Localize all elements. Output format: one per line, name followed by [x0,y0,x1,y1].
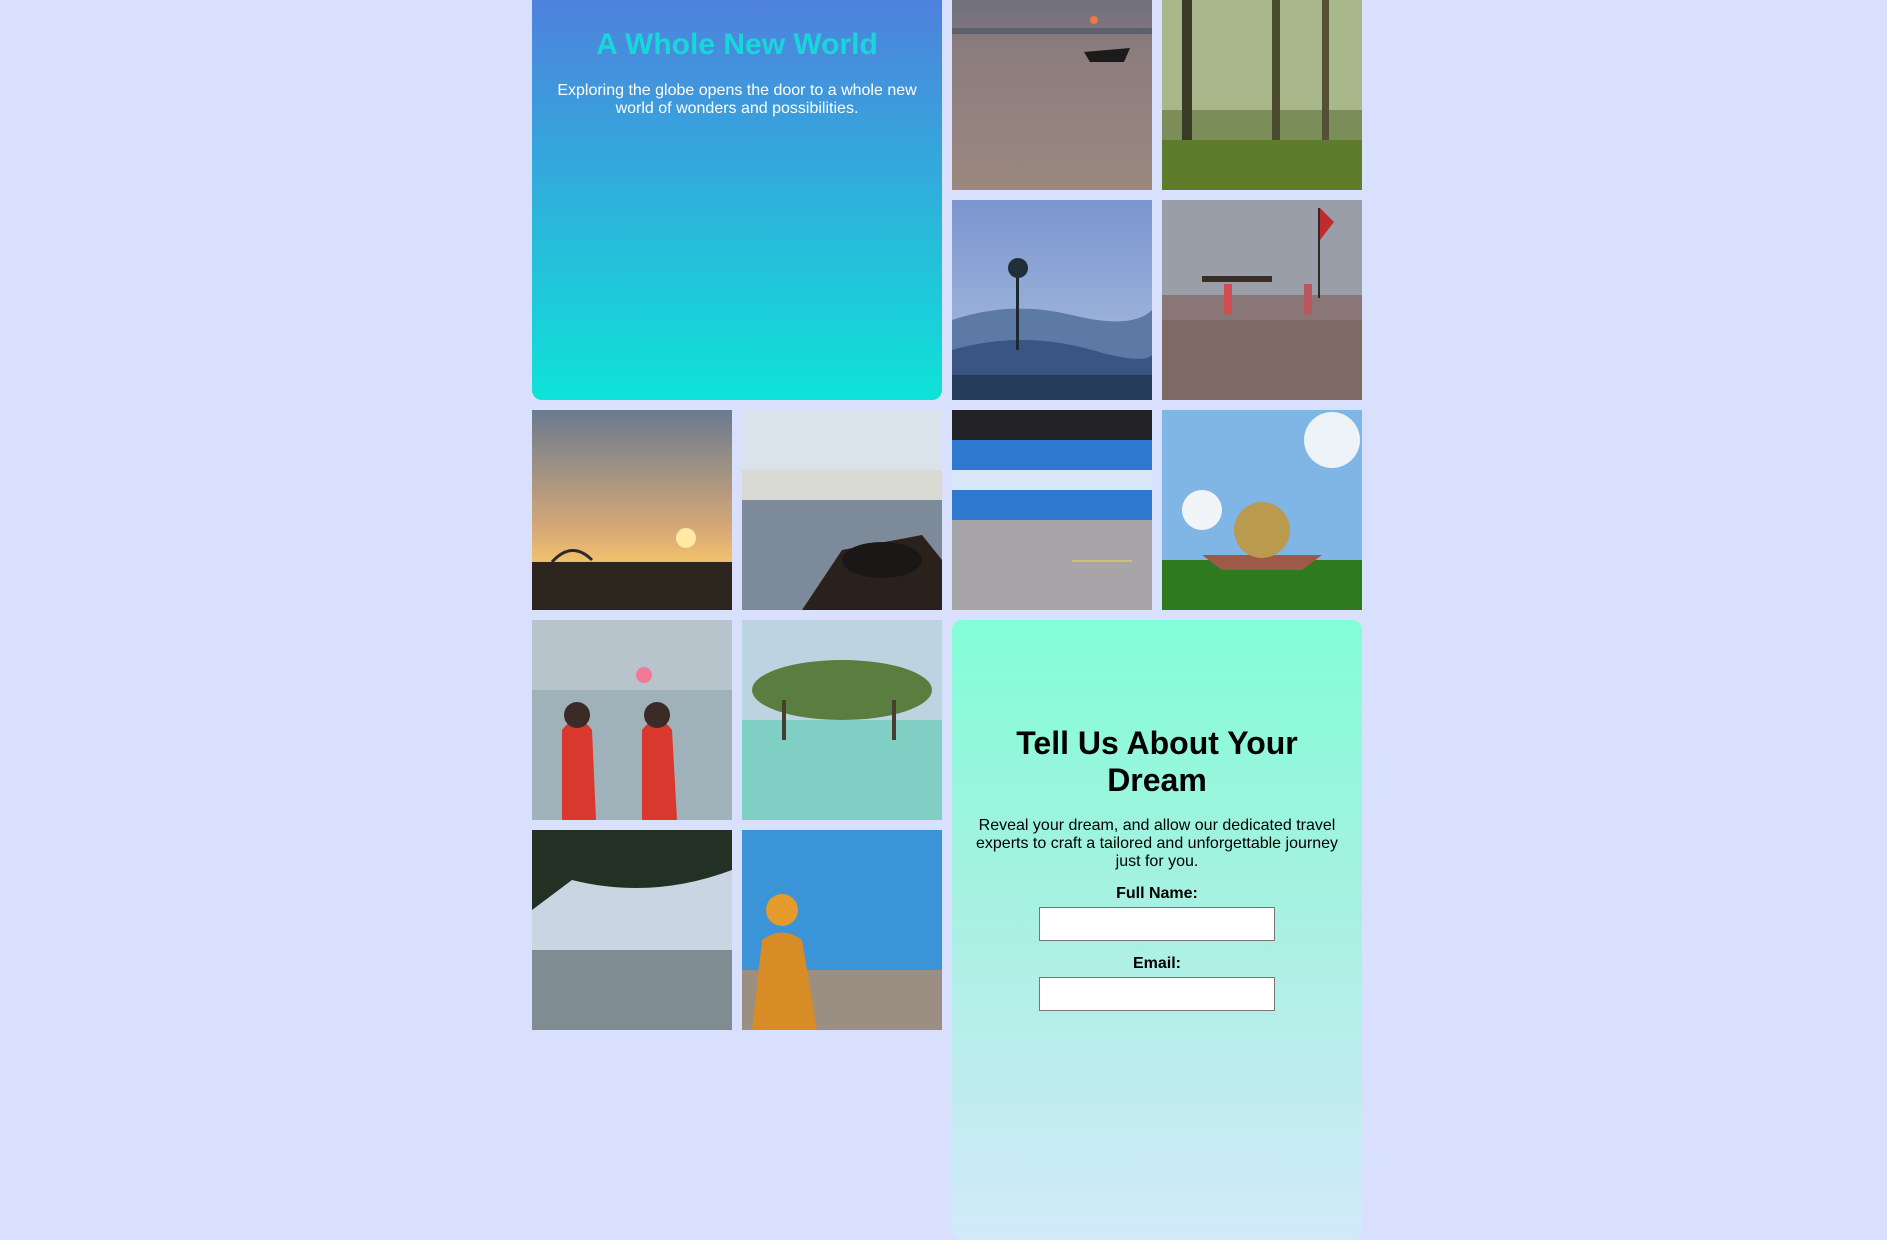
photo-women-sea [532,620,732,820]
full-name-label: Full Name: [1116,885,1198,902]
photo-beach-flag [1162,200,1362,400]
hero-card: A Whole New World Exploring the globe op… [532,0,942,400]
email-label: Email: [1132,955,1181,972]
email-input[interactable] [1039,977,1275,1011]
photo-boat-sunset [952,0,1152,190]
photo-mangroves [742,620,942,820]
photo-sunset-shore [532,410,732,610]
photo-golden-dome [1162,410,1362,610]
dream-form-card: Tell Us About Your Dream Reveal your dre… [952,620,1362,1240]
photo-palm-grove [1162,0,1362,190]
hero-subtitle: Exploring the globe opens the door to a … [557,82,917,117]
photo-moving-train [952,410,1152,610]
photo-misty-hills [952,200,1152,400]
form-description: Reveal your dream, and allow our dedicat… [976,817,1338,870]
form-title: Tell Us About Your Dream [1016,725,1298,798]
full-name-input[interactable] [1039,907,1275,941]
hero-title: A Whole New World [596,28,878,61]
photo-sadhu-wall [742,830,942,1030]
gallery-grid: A Whole New World Exploring the globe op… [532,0,1362,1240]
photo-lake-cow [742,410,942,610]
photo-beach-tree [532,830,732,1030]
